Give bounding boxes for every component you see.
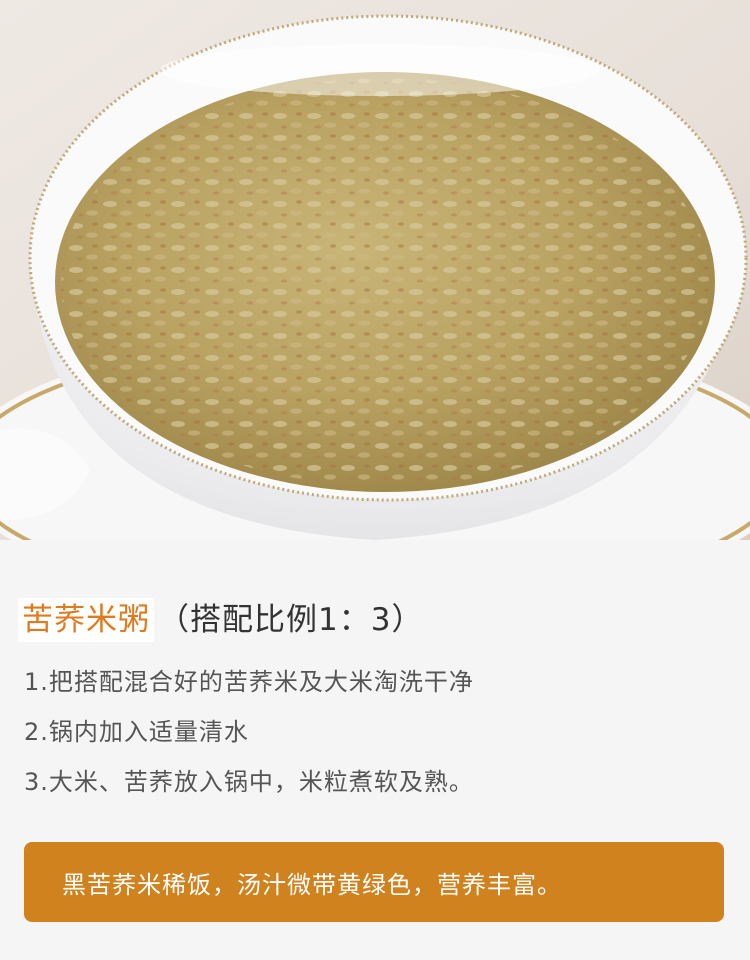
list-item: 3.大米、苦荞放入锅中，米粒煮软及熟。 xyxy=(24,768,474,796)
list-item: 2.锅内加入适量清水 xyxy=(24,718,249,746)
recipe-steps: 1.把搭配混合好的苦荞米及大米淘洗干净 2.锅内加入适量清水 3.大米、苦荞放入… xyxy=(24,666,474,816)
list-item: 1.把搭配混合好的苦荞米及大米淘洗干净 xyxy=(24,668,474,696)
recipe-title-row: 苦荞米粥 （搭配比例1：3） xyxy=(18,596,423,644)
recipe-ratio: （搭配比例1：3） xyxy=(158,602,424,638)
note-text: 黑苦荞米稀饭，汤汁微带黄绿色，营养丰富。 xyxy=(62,870,562,899)
note-banner: 黑苦荞米稀饭，汤汁微带黄绿色，营养丰富。 xyxy=(24,842,724,922)
porridge-photo xyxy=(0,0,750,540)
recipe-title: 苦荞米粥 xyxy=(18,598,154,642)
recipe-section: 苦荞米粥 （搭配比例1：3） 1.把搭配混合好的苦荞米及大米淘洗干净 2.锅内加… xyxy=(0,540,750,960)
